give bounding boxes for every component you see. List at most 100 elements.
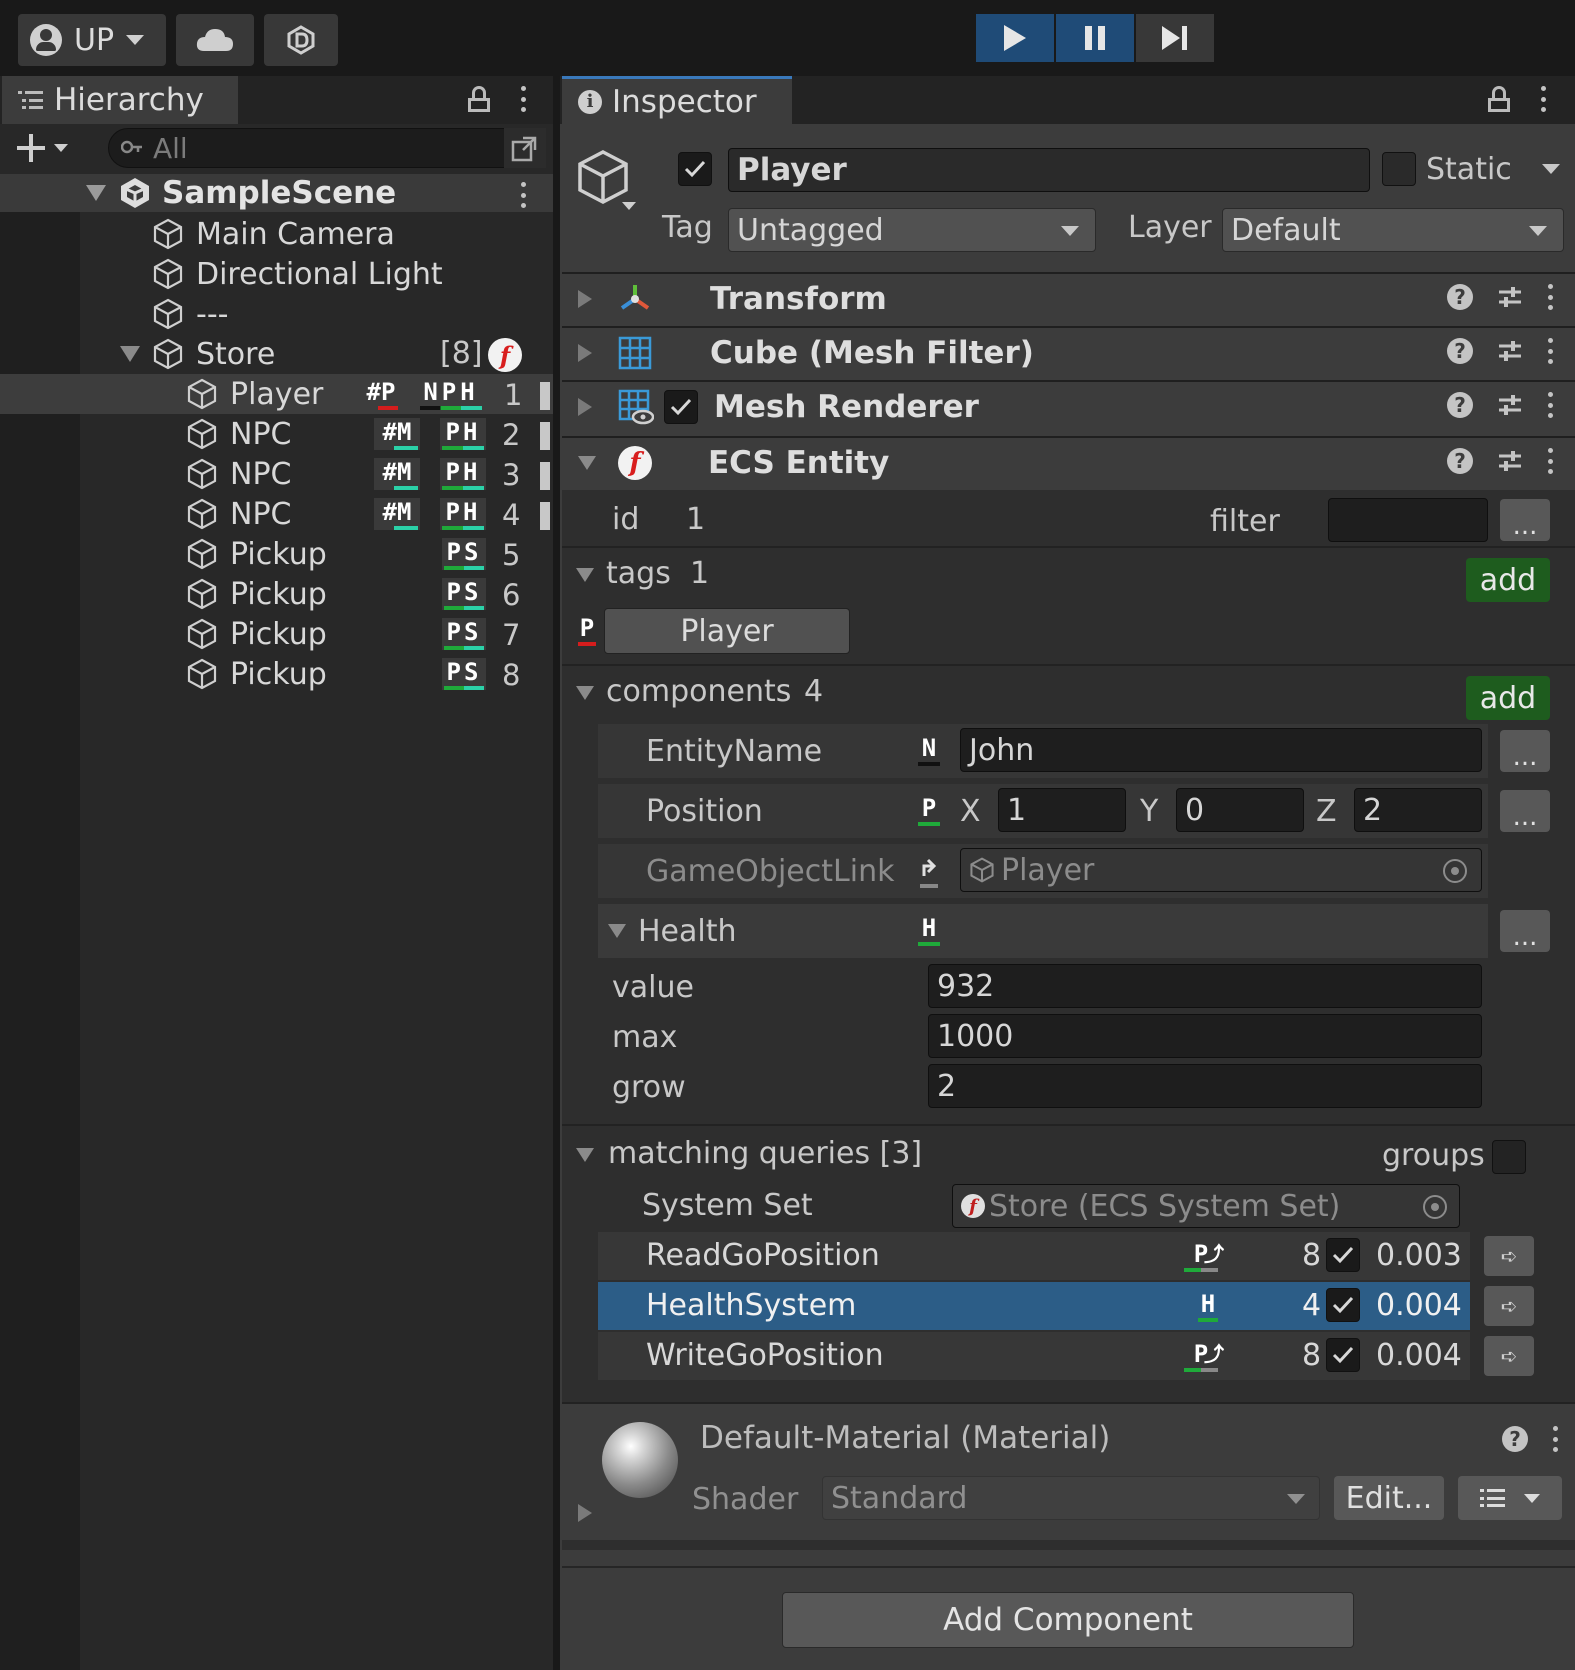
component-ecs-entity[interactable]: f ECS Entity ? [562, 436, 1575, 488]
component-menu-icon[interactable] [1547, 284, 1553, 310]
expand-arrow-icon [578, 398, 592, 416]
health-more-button[interactable]: ... [1500, 910, 1550, 952]
groups-checkbox[interactable] [1492, 1140, 1526, 1174]
account-label: UP [74, 22, 115, 58]
query-enabled-checkbox[interactable] [1326, 1288, 1360, 1322]
lock-icon[interactable] [1488, 86, 1510, 112]
filter-input[interactable] [1328, 498, 1488, 542]
pause-icon [1085, 26, 1105, 50]
object-picker-icon[interactable] [1443, 859, 1467, 883]
component-mesh-filter[interactable]: Cube (Mesh Filter) ? [562, 326, 1575, 378]
active-checkbox[interactable] [678, 152, 712, 186]
cloud-button[interactable] [176, 14, 254, 66]
help-icon[interactable]: ? [1447, 338, 1473, 364]
preset-icon[interactable] [1497, 448, 1523, 474]
help-icon[interactable]: ? [1447, 284, 1473, 310]
add-tag-button[interactable]: add [1466, 558, 1550, 602]
query-open-button[interactable]: ➪ [1484, 1236, 1534, 1276]
health-value-input[interactable]: 932 [928, 964, 1482, 1008]
add-component-data-button[interactable]: add [1466, 676, 1550, 720]
groups-label: groups [1382, 1138, 1485, 1173]
hierarchy-item[interactable]: Main Camera [0, 214, 553, 254]
tab-hierarchy[interactable]: Hierarchy [2, 76, 238, 124]
expand-arrow-icon[interactable] [578, 1504, 592, 1522]
help-icon[interactable]: ? [1447, 392, 1473, 418]
position-z-input[interactable]: 2 [1354, 788, 1482, 832]
component-mesh-renderer[interactable]: Mesh Renderer ? [562, 380, 1575, 432]
component-menu-icon[interactable] [1547, 338, 1553, 364]
position-y-input[interactable]: 0 [1176, 788, 1304, 832]
expand-arrow-icon [86, 185, 106, 201]
system-set-field[interactable]: f Store (ECS System Set) [952, 1184, 1460, 1228]
scene-visibility-icon[interactable] [504, 128, 546, 168]
scene-row[interactable]: SampleScene [0, 174, 553, 212]
shader-dropdown[interactable]: Standard [822, 1476, 1320, 1520]
component-transform[interactable]: Transform ? [562, 272, 1575, 324]
inspector-menu-icon[interactable] [1540, 86, 1546, 112]
collapse-arrow-icon[interactable] [576, 1148, 594, 1162]
query-row[interactable]: ReadGoPosition P ⤴ 8 0.003 [598, 1232, 1470, 1280]
mesh-renderer-enabled-checkbox[interactable] [664, 390, 698, 424]
object-picker-icon[interactable] [1423, 1195, 1447, 1219]
position-more-button[interactable]: ... [1500, 790, 1550, 832]
preset-icon[interactable] [1497, 284, 1523, 310]
collapse-arrow-icon[interactable] [608, 924, 626, 938]
entityname-input[interactable]: John [960, 728, 1482, 772]
help-icon[interactable]: ? [1502, 1426, 1528, 1452]
layer-dropdown[interactable]: Default [1222, 208, 1564, 252]
add-component-button[interactable]: Add Component [782, 1592, 1354, 1648]
ecs-entity-icon: f [618, 446, 652, 480]
query-open-button[interactable]: ➪ [1484, 1286, 1534, 1326]
store-count: [8] [440, 336, 483, 371]
entityname-more-button[interactable]: ... [1500, 730, 1550, 772]
account-dropdown[interactable]: UP [18, 14, 166, 66]
help-icon[interactable]: ? [1447, 448, 1473, 474]
query-row-selected[interactable]: HealthSystem H 4 0.004 [598, 1282, 1470, 1330]
query-row[interactable]: WriteGoPosition P ⤴ 8 0.004 [598, 1332, 1470, 1380]
health-max-input[interactable]: 1000 [928, 1014, 1482, 1058]
query-enabled-checkbox[interactable] [1326, 1338, 1360, 1372]
tags-badge: PS [442, 658, 486, 690]
step-button[interactable] [1136, 14, 1214, 62]
tag-dropdown[interactable]: Untagged [728, 208, 1096, 252]
hierarchy-item[interactable]: --- [0, 294, 553, 334]
position-x-input[interactable]: 1 [998, 788, 1126, 832]
health-grow-input[interactable]: 2 [928, 1064, 1482, 1108]
gameobject-icon [153, 298, 183, 330]
golink-object-field[interactable]: Player [960, 848, 1482, 892]
lock-icon[interactable] [468, 86, 490, 112]
tab-inspector[interactable]: i Inspector [562, 76, 792, 124]
material-menu-icon[interactable] [1552, 1426, 1558, 1452]
chevron-down-icon[interactable] [1542, 164, 1560, 174]
gameobject-large-icon[interactable] [576, 148, 636, 214]
scene-menu-icon[interactable] [520, 182, 526, 208]
play-button[interactable] [976, 14, 1054, 62]
create-button[interactable] [16, 130, 78, 166]
golink-badge [918, 854, 940, 888]
static-checkbox[interactable] [1382, 152, 1416, 186]
object-name-input[interactable]: Player [728, 148, 1370, 192]
shader-options-dropdown[interactable] [1458, 1476, 1562, 1520]
component-name: ECS Entity [708, 445, 890, 481]
preset-icon[interactable] [1497, 392, 1523, 418]
entity-more-button[interactable]: ... [1500, 499, 1550, 541]
preset-icon[interactable] [1497, 338, 1523, 364]
query-open-button[interactable]: ➪ [1484, 1336, 1534, 1376]
hierarchy-item[interactable]: Directional Light [0, 254, 553, 294]
item-name: Directional Light [196, 256, 443, 292]
hierarchy-search-input[interactable]: All [108, 128, 546, 168]
query-badge: P ⤴ [1182, 1340, 1224, 1372]
collapse-arrow-icon [578, 456, 596, 470]
component-menu-icon[interactable] [1547, 448, 1553, 474]
tag-player-button[interactable]: Player [604, 608, 850, 654]
collapse-arrow-icon[interactable] [576, 568, 594, 582]
hierarchy-menu-icon[interactable] [520, 86, 526, 112]
shader-edit-button[interactable]: Edit... [1334, 1476, 1444, 1520]
ecs-system-set-icon: f [488, 338, 522, 372]
collab-button[interactable] [264, 14, 338, 66]
query-enabled-checkbox[interactable] [1326, 1238, 1360, 1272]
pause-button[interactable] [1056, 14, 1134, 62]
collapse-arrow-icon[interactable] [576, 686, 594, 700]
component-menu-icon[interactable] [1547, 392, 1553, 418]
panel-divider[interactable] [553, 76, 560, 1670]
